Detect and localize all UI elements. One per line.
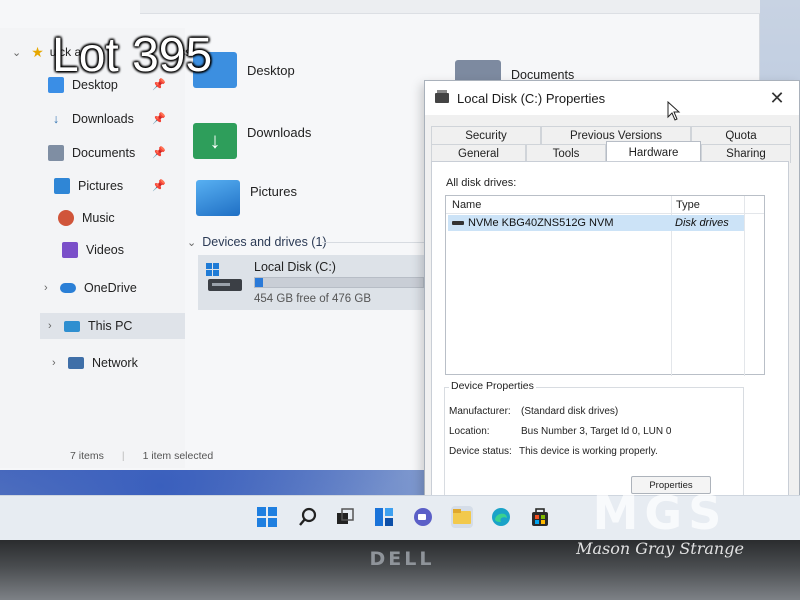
network-icon — [68, 357, 84, 369]
pictures-folder-icon — [196, 180, 240, 216]
sidebar-item-onedrive[interactable]: OneDrive — [60, 276, 137, 300]
chevron-right-icon[interactable]: › — [48, 320, 52, 332]
pictures-icon — [54, 178, 70, 194]
sidebar-item-label: Documents — [72, 146, 136, 160]
dialog-title: Local Disk (C:) Properties — [457, 90, 606, 106]
explorer-header-bar — [140, 0, 760, 14]
device-status-value: This device is working properly. — [519, 446, 658, 457]
disk-drive-icon — [452, 221, 464, 225]
drive-title-icon — [435, 90, 449, 103]
drive-name: Local Disk (C:) — [254, 260, 336, 274]
status-bar: 7 items | 1 item selected — [70, 450, 450, 464]
location-label: Location: — [449, 426, 490, 437]
folder-label: Pictures — [250, 183, 297, 199]
tab-hardware[interactable]: Hardware — [606, 141, 701, 163]
sidebar-item-label: Network — [92, 356, 138, 370]
list-header: Name Type — [446, 196, 764, 214]
properties-dialog: Local Disk (C:) Properties ✕ Security Pr… — [424, 80, 800, 540]
dialog-title-bar: Local Disk (C:) Properties ✕ — [425, 81, 799, 121]
section-divider — [322, 242, 427, 243]
status-separator: | — [121, 450, 125, 462]
hardware-tab-panel: All disk drives: Name Type NVMe KBG40ZNS… — [431, 161, 789, 540]
sidebar-item-label: Videos — [86, 243, 124, 257]
document-icon — [48, 145, 64, 161]
star-icon: ★ — [31, 43, 44, 60]
manufacturer-value: (Standard disk drives) — [521, 406, 619, 417]
devices-and-drives-header[interactable]: ⌄ Devices and drives (1) — [187, 235, 327, 249]
all-disk-drives-label: All disk drives: — [446, 177, 517, 189]
device-status-row: Device status: This device is working pr… — [449, 446, 658, 457]
column-divider — [744, 196, 745, 376]
sidebar-item-label: This PC — [88, 319, 133, 333]
task-view-icon[interactable] — [334, 506, 356, 528]
pin-icon: 📌 — [152, 113, 166, 125]
drive-type: Disk drives — [675, 217, 729, 229]
start-icon[interactable] — [256, 506, 278, 528]
hard-drive-icon — [206, 263, 244, 293]
sidebar-item-music[interactable]: Music — [58, 206, 115, 230]
folder-label: Desktop — [247, 62, 295, 78]
sidebar-item-network[interactable]: Network — [68, 351, 138, 375]
file-explorer-icon[interactable] — [451, 506, 473, 528]
downloads-folder-icon: ↓ — [193, 123, 237, 159]
drive-free-space: 454 GB free of 476 GB — [254, 293, 371, 305]
music-icon — [58, 210, 74, 226]
tab-security[interactable]: Security — [431, 126, 541, 145]
chevron-down-icon: ⌄ — [12, 46, 22, 59]
status-selection: 1 item selected — [142, 450, 214, 462]
sidebar-item-downloads[interactable]: ↓ Downloads — [48, 107, 134, 131]
onedrive-icon — [60, 283, 76, 293]
brand-logo: DELL — [369, 548, 435, 570]
store-icon[interactable] — [529, 506, 551, 528]
manufacturer-row: Manufacturer: (Standard disk drives) — [449, 406, 618, 417]
sidebar-item-label: OneDrive — [84, 281, 137, 295]
navigation-pane: ⌄ ★ uick a ss Desktop 📌 ↓ Downloads 📌 Do… — [0, 28, 191, 468]
drive-usage-bar — [254, 277, 424, 288]
watermark-logo: MGS — [592, 486, 728, 540]
search-icon[interactable] — [297, 506, 319, 528]
chevron-down-icon: ⌄ — [187, 236, 197, 249]
close-button[interactable]: ✕ — [765, 87, 789, 109]
sidebar-item-videos[interactable]: Videos — [62, 238, 124, 262]
folder-downloads[interactable]: ↓ Downloads — [193, 123, 311, 159]
column-header-name[interactable]: Name — [452, 199, 481, 211]
sidebar-item-label: Pictures — [78, 179, 124, 193]
location-row: Location: Bus Number 3, Target Id 0, LUN… — [449, 426, 671, 437]
drive-usage-fill — [255, 278, 263, 287]
sidebar-item-pictures[interactable]: Pictures — [54, 174, 123, 198]
chat-icon[interactable] — [412, 506, 434, 528]
drive-local-disk-c[interactable]: Local Disk (C:) 454 GB free of 476 GB — [198, 255, 430, 310]
status-item-count: 7 items — [70, 450, 104, 462]
sidebar-item-label: Music — [82, 211, 115, 225]
folder-label: Downloads — [247, 124, 312, 140]
videos-icon — [62, 242, 78, 258]
disk-drives-list[interactable]: Name Type NVMe KBG40ZNS512G NVM Disk dri… — [445, 195, 765, 376]
drive-model-name: NVMe KBG40ZNS512G NVM — [468, 217, 614, 229]
widgets-icon[interactable] — [373, 506, 395, 528]
folder-pictures[interactable]: Pictures — [196, 180, 297, 216]
manufacturer-label: Manufacturer: — [449, 406, 511, 417]
auction-watermark: MGS Mason Gray Strange — [560, 486, 760, 561]
edge-icon[interactable] — [490, 506, 512, 528]
sidebar-item-label: Downloads — [72, 112, 134, 126]
mouse-cursor-icon — [667, 100, 681, 121]
pin-icon: 📌 — [152, 147, 166, 159]
sidebar-item-documents[interactable]: Documents — [48, 141, 135, 165]
device-properties-title: Device Properties — [449, 380, 536, 392]
chevron-right-icon[interactable]: › — [52, 357, 56, 369]
location-value: Bus Number 3, Target Id 0, LUN 0 — [521, 426, 672, 437]
tab-quota[interactable]: Quota — [691, 126, 791, 145]
lot-number-overlay: Lot 395 — [52, 29, 213, 82]
device-status-label: Device status: — [449, 446, 512, 457]
download-icon: ↓ — [52, 112, 60, 126]
sidebar-item-this-pc[interactable]: This PC — [64, 314, 132, 338]
pin-icon: 📌 — [152, 180, 166, 192]
devices-and-drives-label: Devices and drives (1) — [202, 235, 327, 249]
table-row[interactable]: NVMe KBG40ZNS512G NVM Disk drives — [448, 215, 744, 231]
this-pc-icon — [64, 320, 80, 332]
column-header-type[interactable]: Type — [676, 199, 700, 211]
watermark-tagline: Mason Gray Strange — [576, 539, 744, 558]
chevron-right-icon[interactable]: › — [44, 282, 48, 294]
